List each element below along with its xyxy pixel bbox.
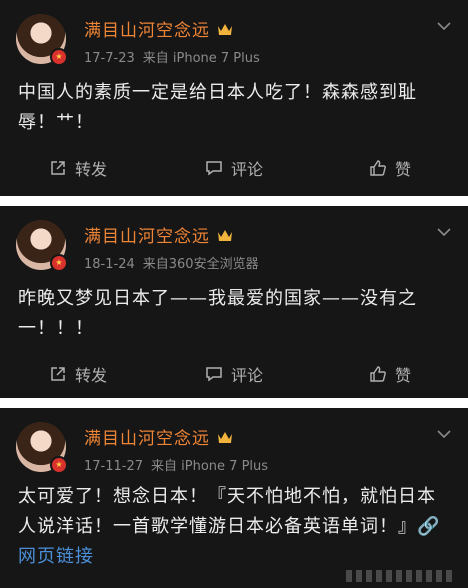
share-box-icon (51, 367, 65, 381)
post-content: 太可爱了！想念日本！『天不怕地不怕，就怕日本人说洋话！一首歌学懂游日本必备英语单… (18, 482, 446, 572)
username[interactable]: 满目山河空念远 (84, 16, 210, 41)
chevron-down-icon[interactable] (436, 428, 452, 440)
post-separator (0, 398, 468, 408)
repost-button[interactable]: 转发 (0, 154, 156, 182)
avatar[interactable]: ★ (16, 220, 68, 272)
username[interactable]: 满目山河空念远 (84, 222, 210, 247)
post-date: 17-7-23 (84, 51, 135, 66)
like-label: 赞 (394, 366, 411, 385)
comment-label: 评论 (230, 160, 263, 179)
chevron-down-icon[interactable] (436, 226, 452, 238)
repost-label: 转发 (74, 366, 107, 385)
comment-bubble-icon (206, 161, 222, 176)
verified-badge-icon: ★ (50, 456, 68, 474)
post-text: 太可爱了！想念日本！『天不怕地不怕，就怕日本人说洋话！一首歌学懂游日本必备英语单… (18, 486, 436, 537)
crown-icon (218, 229, 232, 241)
repost-label: 转发 (74, 160, 107, 179)
post-meta: 17-7-23 来自 iPhone 7 Plus (84, 47, 260, 66)
avatar[interactable]: ★ (16, 422, 68, 474)
post-content: 昨晚又梦见日本了——我最爱的国家——没有之一！！！ (18, 288, 417, 339)
username[interactable]: 满目山河空念远 (84, 424, 210, 449)
post-card: ★ 满目山河空念远 18-1-24 来自360安全浏览器 昨晚又梦见日本了——我最… (0, 206, 468, 398)
like-button[interactable]: 赞 (312, 360, 468, 388)
weibo-feed: ★ 满目山河空念远 17-7-23 来自 iPhone 7 Plus 中国人的素质… (0, 0, 468, 588)
like-button[interactable]: 赞 (312, 154, 468, 182)
verified-badge-icon: ★ (50, 254, 68, 272)
post-card: ★ 满目山河空念远 17-7-23 来自 iPhone 7 Plus 中国人的素质… (0, 0, 468, 196)
share-box-icon (51, 161, 65, 175)
post-header: 满目山河空念远 (84, 222, 234, 247)
post-date: 17-11-27 (84, 459, 144, 474)
thumbs-up-icon (370, 160, 386, 176)
verified-badge-icon: ★ (50, 48, 68, 66)
avatar[interactable]: ★ (16, 14, 68, 66)
comment-button[interactable]: 评论 (156, 154, 312, 182)
post-actions: 转发 评论 赞 (0, 154, 468, 182)
like-label: 赞 (394, 160, 411, 179)
post-meta: 18-1-24 来自360安全浏览器 (84, 253, 259, 272)
comment-bubble-icon (206, 367, 222, 382)
post-actions: 转发 评论 赞 (0, 360, 468, 388)
crown-icon (218, 23, 232, 35)
crown-icon (218, 431, 232, 443)
post-source: 来自 iPhone 7 Plus (151, 459, 269, 474)
post-date: 18-1-24 (84, 257, 135, 272)
post-header: 满目山河空念远 (84, 424, 234, 449)
comment-button[interactable]: 评论 (156, 360, 312, 388)
repost-button[interactable]: 转发 (0, 360, 156, 388)
post-header: 满目山河空念远 (84, 16, 234, 41)
post-content: 中国人的素质一定是给日本人吃了！森森感到耻辱！艹！ (18, 82, 417, 133)
thumbs-up-icon (370, 366, 386, 382)
chevron-down-icon[interactable] (436, 20, 452, 32)
post-source: 来自 iPhone 7 Plus (142, 51, 260, 66)
post-card: ★ 满目山河空念远 17-11-27 来自 iPhone 7 Plus 太可爱了！… (0, 408, 468, 588)
post-separator (0, 196, 468, 206)
post-meta: 17-11-27 来自 iPhone 7 Plus (84, 455, 268, 474)
watermark (346, 570, 456, 582)
comment-label: 评论 (230, 366, 263, 385)
post-source: 来自360安全浏览器 (142, 257, 259, 272)
